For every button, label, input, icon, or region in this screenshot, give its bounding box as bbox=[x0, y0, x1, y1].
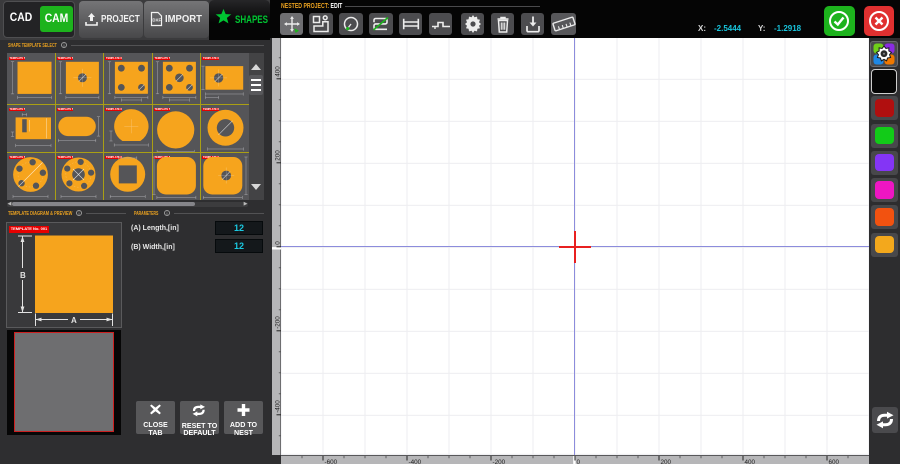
svg-text:400: 400 bbox=[745, 459, 756, 464]
svg-text:-200: -200 bbox=[493, 459, 506, 464]
svg-text:-400: -400 bbox=[409, 459, 422, 464]
svg-text:600: 600 bbox=[829, 459, 840, 464]
svg-text:DXF: DXF bbox=[152, 18, 161, 23]
svg-text:-600: -600 bbox=[325, 459, 338, 464]
svg-text:200: 200 bbox=[274, 150, 281, 161]
svg-text:A: A bbox=[71, 316, 77, 325]
svg-text:0: 0 bbox=[577, 459, 581, 464]
svg-text:B: B bbox=[20, 271, 26, 280]
svg-text:200: 200 bbox=[661, 459, 672, 464]
svg-text:-200: -200 bbox=[274, 316, 281, 329]
svg-text:400: 400 bbox=[274, 66, 281, 77]
svg-text:-400: -400 bbox=[274, 400, 281, 413]
svg-text:0: 0 bbox=[274, 241, 281, 245]
